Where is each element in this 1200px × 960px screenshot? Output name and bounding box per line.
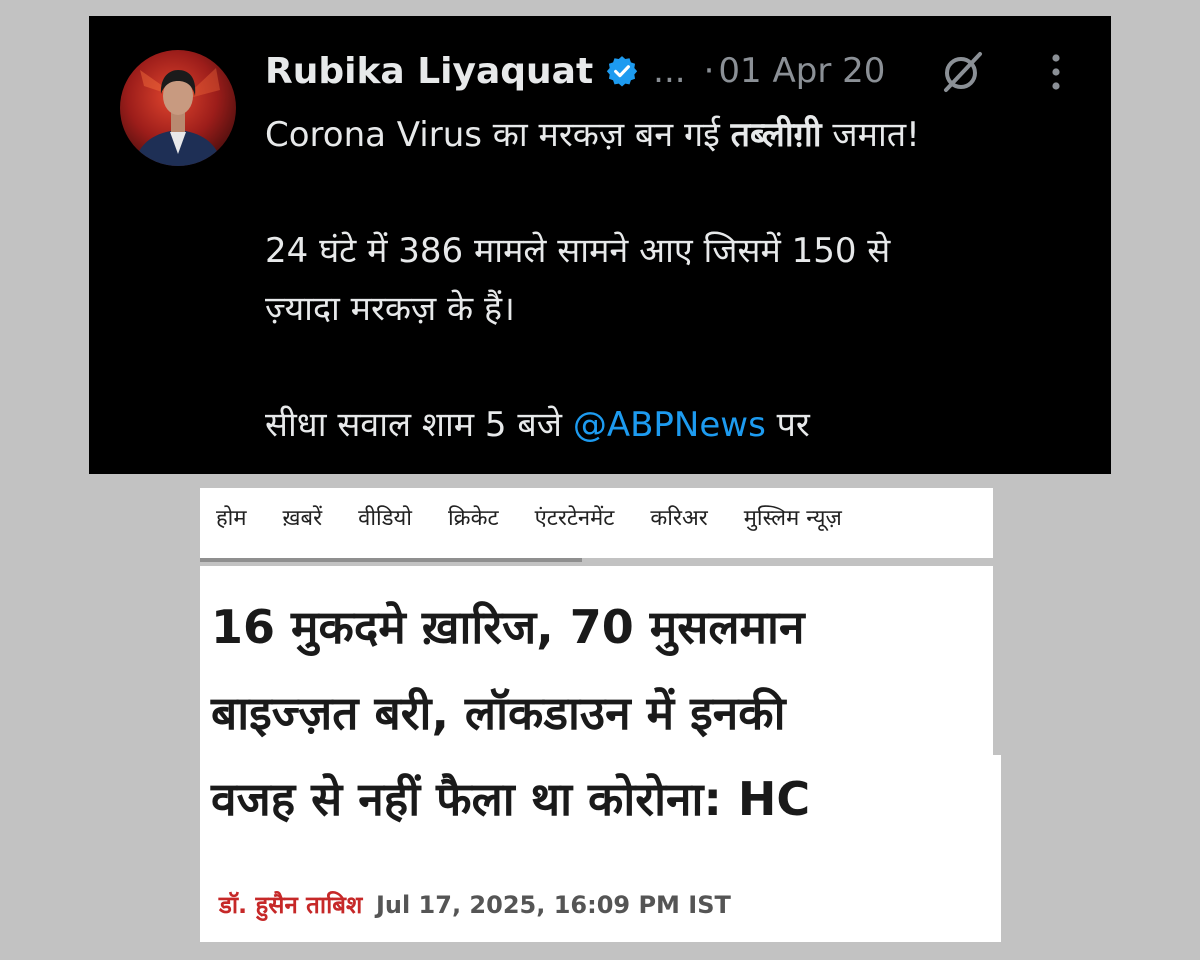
article-headline[interactable]: 16 मुकदमे ख़ारिज, 70 मुसलमान बाइज्ज़त बर…: [211, 584, 981, 842]
tweet-line-1: Corona Virus का मरकज़ बन गई तब्लीग़ी जमा…: [265, 106, 1095, 164]
tweet-line-3: ज़्यादा मरकज़ के हैं।: [265, 289, 515, 329]
news-article-card: 16 मुकदमे ख़ारिज, 70 मुसलमान बाइज्ज़त बर…: [200, 566, 993, 942]
nav-item-entertainment[interactable]: एंटरटेनमेंट: [535, 502, 615, 532]
news-article-edge: [993, 755, 1001, 942]
tweet-line-1-prefix: Corona Virus का मरकज़ बन गई: [265, 115, 731, 155]
byline-date: Jul 17, 2025, 16:09 PM IST: [375, 891, 731, 919]
nav-item-cricket[interactable]: क्रिकेट: [448, 502, 499, 532]
article-byline: डॉ. हुसैन ताबिश Jul 17, 2025, 16:09 PM I…: [219, 888, 731, 921]
verified-badge-icon: [605, 54, 639, 88]
headline-line-3: वजह से नहीं फैला था कोरोना: HC: [211, 772, 811, 826]
nav-list: होम ख़बरें वीडियो क्रिकेट एंटरटेनमेंट कर…: [216, 502, 878, 532]
nav-scroll-indicator[interactable]: [200, 558, 582, 562]
nav-item-news[interactable]: ख़बरें: [283, 502, 323, 532]
author-avatar[interactable]: [120, 50, 236, 166]
header-separator: ·: [703, 51, 715, 91]
mention-link[interactable]: @ABPNews: [573, 405, 766, 445]
grok-icon[interactable]: [940, 48, 986, 94]
author-name[interactable]: Rubika Liyaquat: [265, 51, 593, 92]
tweet-line-4: सीधा सवाल शाम 5 बजे @ABPNews पर: [265, 396, 1095, 454]
tweet-text: Corona Virus का मरकज़ बन गई तब्लीग़ी जमा…: [265, 106, 1095, 454]
nav-item-videos[interactable]: वीडियो: [358, 502, 412, 532]
tweet-line-1-suffix: जमात!: [821, 115, 920, 155]
tweet-date[interactable]: 01 Apr 20: [718, 51, 885, 91]
more-options-icon[interactable]: [1044, 52, 1068, 92]
tweet-header: Rubika Liyaquat ... · 01 Apr 20: [265, 44, 885, 98]
byline-author[interactable]: डॉ. हुसैन ताबिश: [219, 891, 362, 919]
author-handle-truncated[interactable]: ...: [653, 51, 685, 91]
headline-line-1: 16 मुकदमे ख़ारिज, 70 मुसलमान: [211, 600, 805, 654]
tweet-line-4-suffix: पर: [765, 405, 810, 445]
tweet-line-4-prefix: सीधा सवाल शाम 5 बजे: [265, 405, 573, 445]
tweet-line-1-bold: तब्लीग़ी: [730, 115, 822, 155]
nav-item-career[interactable]: करिअर: [650, 502, 707, 532]
nav-item-home[interactable]: होम: [216, 502, 247, 532]
tweet-line-2: 24 घंटे में 386 मामले सामने आए जिसमें 15…: [265, 231, 891, 271]
headline-line-2: बाइज्ज़त बरी, लॉकडाउन में इनकी: [211, 686, 786, 740]
news-nav-bar: होम ख़बरें वीडियो क्रिकेट एंटरटेनमेंट कर…: [200, 488, 993, 558]
nav-item-muslim-news[interactable]: मुस्लिम न्यूज़: [744, 502, 842, 532]
